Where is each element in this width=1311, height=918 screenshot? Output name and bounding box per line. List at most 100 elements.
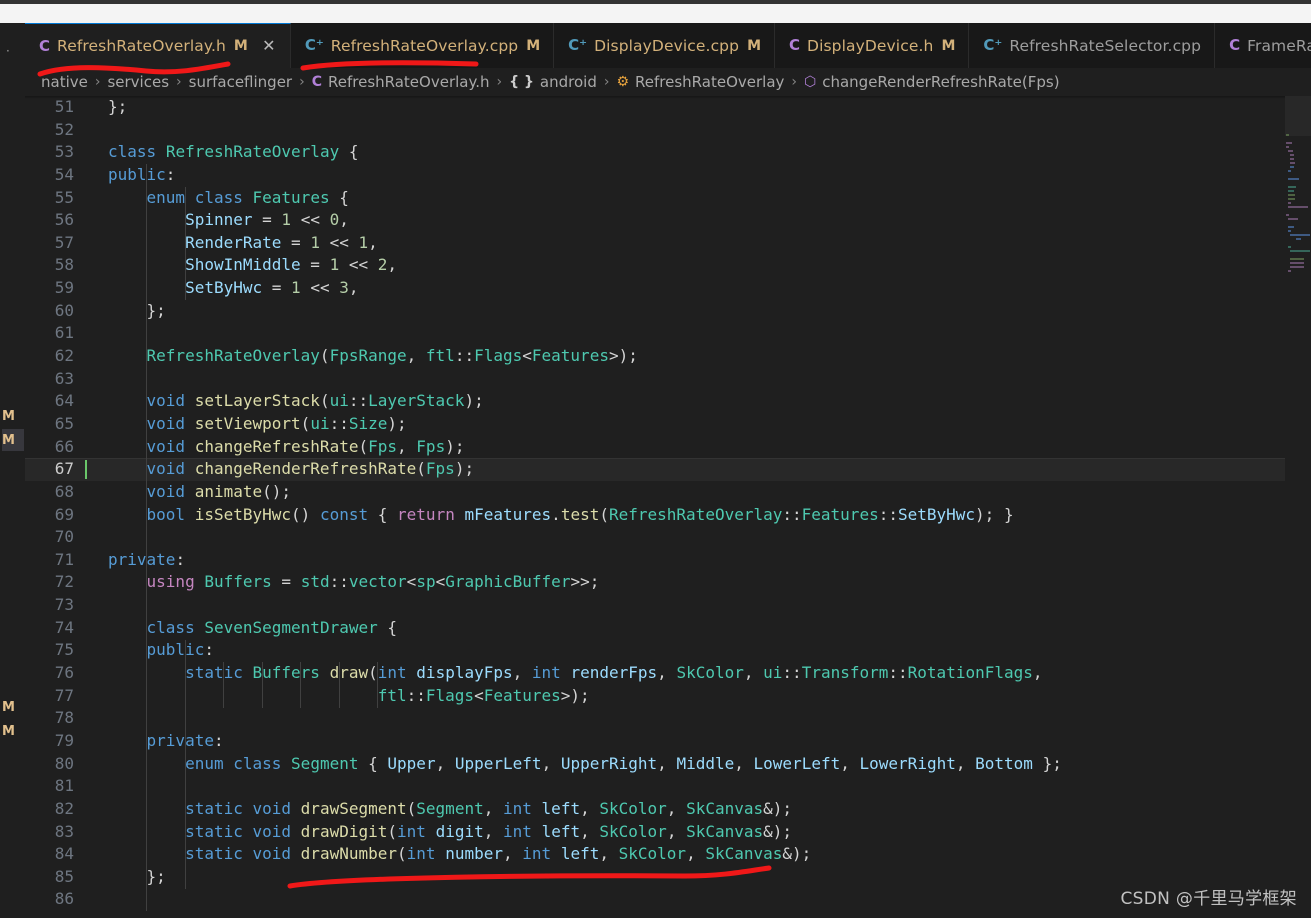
- code-text: class RefreshRateOverlay {: [108, 142, 359, 162]
- code-line[interactable]: 74 class SevenSegmentDrawer {: [25, 617, 1311, 640]
- code-line[interactable]: 63: [25, 368, 1311, 391]
- code-line[interactable]: 81: [25, 775, 1311, 798]
- breadcrumb-item[interactable]: C RefreshRateOverlay.h: [312, 73, 490, 91]
- code-line[interactable]: 71 private:: [25, 549, 1311, 572]
- code-line[interactable]: 83 static void drawDigit(int digit, int …: [25, 821, 1311, 844]
- line-number: 59: [54, 278, 74, 298]
- code-line[interactable]: 85 };: [25, 866, 1311, 889]
- tab-refreshrateselector-cpp[interactable]: C⁺ RefreshRateSelector.cpp: [969, 23, 1216, 68]
- line-number: 63: [54, 368, 74, 388]
- tab-refreshrateoverlay-cpp[interactable]: C⁺ RefreshRateOverlay.cpp M: [290, 23, 555, 68]
- breadcrumb-item[interactable]: ⚙ RefreshRateOverlay: [616, 73, 784, 91]
- code-line[interactable]: 86: [25, 888, 1311, 911]
- editor-tab-bar: C RefreshRateOverlay.h M ✕ C⁺ RefreshRateOver…: [25, 23, 1311, 68]
- minimap-line: [1287, 190, 1294, 192]
- code-line[interactable]: 54 public:: [25, 164, 1311, 187]
- line-number: 72: [54, 572, 74, 592]
- code-line[interactable]: 68 void animate();: [25, 481, 1311, 504]
- minimap-line: [1286, 142, 1292, 144]
- tab-modified-indicator: M: [747, 37, 762, 54]
- explorer-sliver[interactable]: · M M M M: [0, 23, 25, 918]
- line-number: 74: [54, 617, 74, 637]
- indent-guide: [184, 186, 186, 300]
- code-line[interactable]: 79 private:: [25, 730, 1311, 753]
- code-lines[interactable]: 51}; 52 53 class RefreshRateOverlay {54 publ…: [25, 96, 1311, 918]
- line-number: 54: [54, 164, 74, 184]
- code-line[interactable]: 60 };: [25, 300, 1311, 323]
- code-line[interactable]: 80 enum class Segment { Upper, UpperLeft…: [25, 753, 1311, 776]
- code-line[interactable]: 76 static Buffers draw(int displayFps, i…: [25, 662, 1311, 685]
- code-line[interactable]: 65 void setViewport(ui::Size);: [25, 413, 1311, 436]
- line-number: 67: [54, 459, 74, 479]
- watermark: CSDN @千里马学框架: [1120, 889, 1297, 909]
- cpp-file-icon: C⁺: [568, 36, 588, 54]
- tab-label: RefreshRateOverlay.h: [57, 37, 226, 55]
- code-editor[interactable]: 51}; 52 53 class RefreshRateOverlay {54 publ…: [25, 96, 1311, 918]
- code-line[interactable]: 57 RenderRate = 1 << 1,: [25, 232, 1311, 255]
- tab-displaydevice-cpp[interactable]: C⁺ DisplayDevice.cpp M: [554, 23, 776, 68]
- breadcrumb-item[interactable]: services: [107, 73, 169, 91]
- explorer-dot-icon: ·: [6, 44, 10, 58]
- code-line[interactable]: 73: [25, 594, 1311, 617]
- code-line[interactable]: 52: [25, 119, 1311, 142]
- code-line[interactable]: 70: [25, 526, 1311, 549]
- tab-displaydevice-h[interactable]: C DisplayDevice.h M: [775, 23, 970, 68]
- code-line[interactable]: 72 using Buffers = std::vector<sp<Graphi…: [25, 571, 1311, 594]
- breadcrumb-item[interactable]: surfaceflinger: [189, 73, 292, 91]
- breadcrumb: native › services › surfaceflinger › C RefreshR…: [25, 68, 1311, 96]
- line-number: 57: [54, 232, 74, 252]
- code-line[interactable]: 64 void setLayerStack(ui::LayerStack);: [25, 390, 1311, 413]
- line-number: 66: [54, 436, 74, 456]
- code-text: enum class Features {: [146, 187, 349, 207]
- cpp-file-icon: C⁺: [983, 36, 1003, 54]
- code-line[interactable]: 75 public:: [25, 639, 1311, 662]
- code-line[interactable]: 77 ftl::Flags<Features>);: [25, 685, 1311, 708]
- line-number: 60: [54, 300, 74, 320]
- code-text: static void drawNumber(int number, int l…: [185, 844, 812, 864]
- code-text: ftl::Flags<Features>);: [377, 685, 590, 705]
- code-line[interactable]: 59 SetByHwc = 1 << 3,: [25, 277, 1311, 300]
- code-line[interactable]: 62 RefreshRateOverlay(FpsRange, ftl::Fla…: [25, 345, 1311, 368]
- code-line[interactable]: 56 Spinner = 1 << 0,: [25, 209, 1311, 232]
- line-number: 65: [54, 413, 74, 433]
- breadcrumb-item[interactable]: { } android: [509, 73, 597, 91]
- code-text: public:: [108, 164, 176, 184]
- indent-guide: [146, 549, 148, 912]
- minimap-line: [1287, 206, 1308, 208]
- code-line[interactable]: 53 class RefreshRateOverlay {: [25, 141, 1311, 164]
- code-text: using Buffers = std::vector<sp<GraphicBu…: [146, 572, 600, 592]
- code-line[interactable]: 58 ShowInMiddle = 1 << 2,: [25, 254, 1311, 277]
- code-line[interactable]: 84 static void drawNumber(int number, in…: [25, 843, 1311, 866]
- code-line[interactable]: 78: [25, 707, 1311, 730]
- code-line[interactable]: 67 void changeRenderRefreshRate(Fps);: [25, 458, 1311, 481]
- tab-modified-indicator: M: [941, 37, 956, 54]
- minimap-line: [1287, 194, 1295, 196]
- close-icon[interactable]: ✕: [261, 38, 277, 54]
- breadcrumb-item[interactable]: ⬡ changeRenderRefreshRate(Fps): [804, 73, 1060, 91]
- code-line[interactable]: 66 void changeRefreshRate(Fps, Fps);: [25, 436, 1311, 459]
- tab-label: FrameRat: [1247, 36, 1311, 55]
- c-header-icon: C: [1229, 36, 1241, 54]
- breadcrumb-label: android: [539, 73, 597, 91]
- code-line[interactable]: 69 bool isSetByHwc() const { return mFea…: [25, 504, 1311, 527]
- line-number: 84: [54, 844, 74, 864]
- code-line[interactable]: 61: [25, 322, 1311, 345]
- tab-label: RefreshRateOverlay.cpp: [330, 36, 519, 55]
- minimap[interactable]: [1285, 96, 1311, 918]
- tab-framerat[interactable]: C FrameRat: [1215, 23, 1311, 68]
- indent-guide: [338, 662, 340, 708]
- breadcrumb-method-icon: ⬡: [804, 74, 817, 90]
- tab-refreshrateoverlay-h[interactable]: C RefreshRateOverlay.h M ✕: [25, 23, 291, 68]
- code-text: static Buffers draw(int displayFps, int …: [185, 663, 1043, 683]
- code-line[interactable]: 51};: [25, 96, 1311, 119]
- line-number: 61: [54, 323, 74, 343]
- explorer-modified-marker: M: [2, 429, 24, 451]
- breadcrumb-struct-icon: ⚙: [616, 74, 630, 90]
- code-line[interactable]: 82 static void drawSegment(Segment, int …: [25, 798, 1311, 821]
- minimap-line: [1286, 134, 1289, 136]
- minimap-slider[interactable]: [1285, 96, 1311, 136]
- code-text: private:: [146, 730, 224, 750]
- breadcrumb-item[interactable]: native: [41, 73, 88, 91]
- code-line[interactable]: 55 enum class Features {: [25, 187, 1311, 210]
- indent-guide: [146, 163, 148, 549]
